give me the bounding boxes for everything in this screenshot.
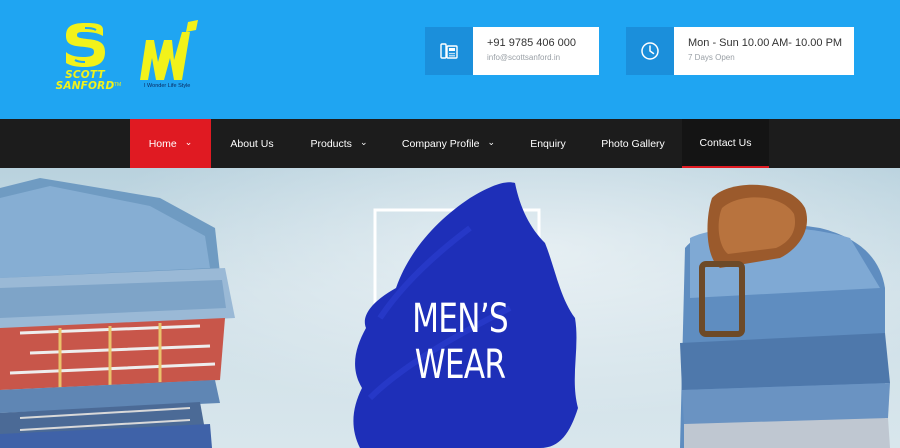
- nav-company-label: Company Profile: [401, 137, 480, 150]
- nav-about-us[interactable]: About Us: [211, 119, 293, 168]
- hero-title: MEN’S WEAR: [405, 296, 514, 388]
- nav-enquiry[interactable]: Enquiry: [512, 119, 584, 168]
- nav-company-profile[interactable]: Company Profile ⌄: [385, 119, 512, 168]
- hero-banner[interactable]: MEN’S WEAR: [0, 168, 900, 448]
- nav-home[interactable]: Home ⌄: [130, 119, 211, 168]
- logo-tagline: I Wonder Life Style: [144, 83, 191, 89]
- nav-gallery-label: Photo Gallery: [601, 137, 665, 150]
- folded-jeans-stack: [680, 184, 890, 448]
- nav-contact-us[interactable]: Contact Us: [682, 119, 769, 168]
- iwonder-logo[interactable]: I Wonder Life Style: [138, 18, 202, 94]
- main-navigation: Home ⌄ About Us Products ⌄ Company Profi…: [0, 119, 900, 168]
- hours-info-box: Mon - Sun 10.00 AM- 10.00 PM 7 Days Open: [626, 27, 854, 75]
- chevron-down-icon: ⌄: [359, 137, 368, 147]
- phone-number[interactable]: +91 9785 406 000: [487, 36, 585, 50]
- nav-products-label: Products: [310, 137, 352, 150]
- email-address[interactable]: info@scottsanford.in: [487, 53, 585, 62]
- scott-sanford-logo[interactable]: SCOTT SANFORD TM: [50, 22, 122, 94]
- opening-days-note: 7 Days Open: [688, 53, 735, 62]
- nav-products[interactable]: Products ⌄: [293, 119, 385, 168]
- nav-photo-gallery[interactable]: Photo Gallery: [584, 119, 682, 168]
- hero-title-line1: MEN’S: [412, 296, 509, 342]
- logo-text-line2: SANFORD: [55, 80, 115, 92]
- site-header: SCOTT SANFORD TM I Wonder Life Style +91…: [0, 0, 900, 119]
- contact-info-box: +91 9785 406 000 info@scottsanford.in: [425, 27, 599, 75]
- nav-home-label: Home: [148, 137, 177, 150]
- trademark-mark: TM: [114, 82, 122, 88]
- chevron-down-icon: ⌄: [487, 137, 496, 147]
- hero-title-line2: WEAR: [414, 342, 506, 388]
- nav-about-label: About Us: [230, 137, 274, 150]
- clock-icon: [626, 27, 674, 75]
- nav-contact-label: Contact Us: [699, 136, 752, 149]
- mw-logo-mark: [140, 20, 198, 80]
- phone-icon: [425, 27, 473, 75]
- s-logo-mark: [66, 23, 105, 67]
- nav-enquiry-label: Enquiry: [530, 137, 566, 150]
- opening-hours: Mon - Sun 10.00 AM- 10.00 PM: [688, 37, 843, 49]
- chevron-down-icon: ⌄: [184, 137, 193, 147]
- folded-shirts-stack: [0, 178, 235, 448]
